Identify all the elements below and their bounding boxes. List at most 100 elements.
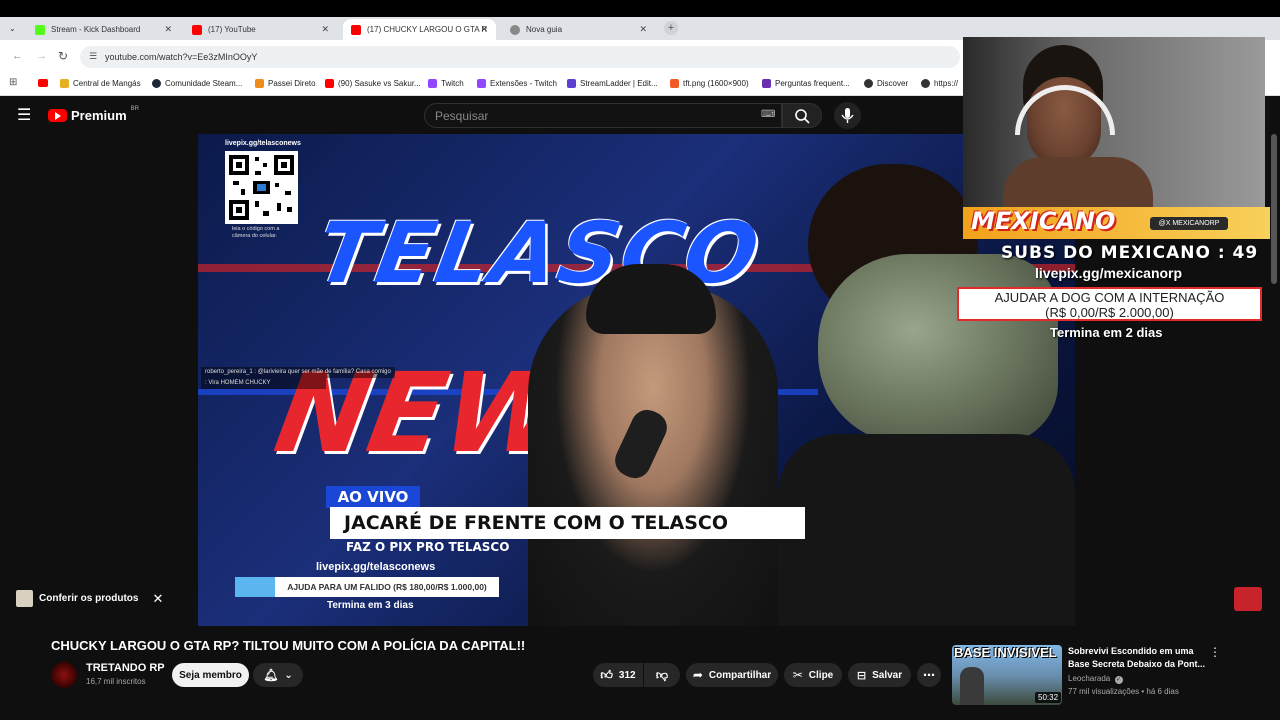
bookmark-icon — [428, 79, 437, 88]
crocodile-body — [778, 434, 1075, 626]
chat-message: : Vira HOMEM CHUCKY — [201, 378, 326, 389]
back-arrow-icon[interactable]: ← — [12, 50, 23, 62]
tab-current-video[interactable]: (17) CHUCKY LARGOU O GTA R ✕ — [343, 19, 496, 40]
goal-amount: (R$ 0,00/R$ 2.000,00) — [1045, 305, 1174, 320]
youtube-play-icon — [48, 109, 67, 122]
suggested-video-thumbnail[interactable]: BASE INVISIVEL 50:32 — [952, 645, 1062, 705]
menu-hamburger-icon[interactable]: ☰ — [17, 105, 31, 125]
region-code: BR — [130, 105, 139, 112]
bookmark-icon — [864, 79, 873, 88]
qr-pattern-icon — [229, 155, 294, 220]
new-tab-plus-icon[interactable]: + — [664, 21, 678, 35]
social-handle: @X MEXICANORP — [1150, 217, 1228, 230]
video-player[interactable]: TELASCO NEWS livepix.gg/telasconews leia… — [198, 134, 1075, 626]
bookmark-item[interactable]: https:// — [921, 79, 958, 88]
tab-label: Stream - Kick Dashboard — [51, 25, 141, 34]
clip-button[interactable]: ✂ Clipe — [784, 663, 842, 687]
tab-kick-dashboard[interactable]: Stream - Kick Dashboard ✕ — [27, 19, 180, 40]
close-icon[interactable]: ✕ — [152, 591, 163, 607]
tab-list-chevron-icon[interactable]: ⌄ — [9, 24, 16, 33]
like-count: 312 — [618, 669, 636, 681]
bookmark-item[interactable]: Perguntas frequent... — [762, 79, 850, 88]
bookmark-label: StreamLadder | Edit... — [580, 79, 658, 88]
bookmark-icon — [762, 79, 771, 88]
address-bar[interactable]: ☰ youtube.com/watch?v=Ee3zMInOOyY — [80, 46, 960, 68]
bookmark-label: (90) Sasuke vs Sakur... — [338, 79, 421, 88]
bookmark-item[interactable]: Central de Mangás — [60, 79, 141, 88]
tab-label: Nova guia — [526, 25, 563, 34]
youtube-icon — [351, 24, 361, 35]
search-input[interactable]: Pesquisar ⌨ — [424, 103, 782, 128]
close-icon[interactable]: ✕ — [639, 24, 647, 35]
channel-avatar[interactable] — [51, 662, 77, 688]
bookmark-icon — [670, 79, 679, 88]
subscriber-count: 16,7 mil inscritos — [86, 677, 146, 686]
apps-grid-icon[interactable]: ⊞ — [9, 77, 17, 88]
bookmark-item[interactable]: Twitch — [428, 79, 464, 88]
bookmark-item[interactable]: tft.png (1600×900) — [670, 79, 749, 88]
chat-message: roberto_pereira_1 : @larivieira quer ser… — [201, 367, 395, 378]
suggested-channel[interactable]: Leocharada ✓ — [1068, 674, 1123, 684]
bookmark-item[interactable]: (90) Sasuke vs Sakur... — [325, 79, 421, 88]
tab-youtube[interactable]: (17) YouTube ✕ — [184, 19, 337, 40]
bookmark-label: Extensões - Twitch — [490, 79, 557, 88]
qr-caption: leia o código com a câmera do celular. — [232, 226, 280, 239]
keyboard-icon[interactable]: ⌨ — [761, 109, 775, 120]
bookmark-label: Perguntas frequent... — [775, 79, 850, 88]
goal-deadline: Termina em 3 dias — [327, 600, 414, 611]
close-icon[interactable]: ✕ — [480, 24, 488, 35]
donation-goal-box: AJUDAR A DOG COM A INTERNAÇÃO (R$ 0,00/R… — [957, 287, 1262, 321]
thumbnail-text: BASE INVISIVEL — [954, 645, 1057, 660]
more-actions-button[interactable]: ⋯ — [917, 663, 941, 687]
kick-icon — [35, 24, 45, 35]
thumbnail-figure — [960, 667, 984, 705]
search-placeholder: Pesquisar — [435, 108, 489, 123]
bookmark-item[interactable]: StreamLadder | Edit... — [567, 79, 658, 88]
join-button[interactable]: Seja membro — [172, 663, 249, 687]
window-top-strip — [0, 0, 1280, 17]
qr-code — [225, 151, 298, 224]
bookmark-label: Twitch — [441, 79, 464, 88]
bookmark-item[interactable]: Comunidade Steam... — [152, 79, 242, 88]
bookmark-item[interactable]: Extensões - Twitch — [477, 79, 557, 88]
voice-search-button[interactable] — [834, 102, 861, 129]
bookmark-save-icon: ⊟ — [856, 669, 867, 682]
bookmark-icon — [477, 79, 486, 88]
search-icon — [795, 109, 810, 124]
save-button[interactable]: ⊟ Salvar — [848, 663, 911, 687]
bookmark-item[interactable]: Passei Direto — [255, 79, 316, 88]
shopping-prompt[interactable]: Conferir os produtos ✕ — [16, 590, 163, 607]
tab-new-tab[interactable]: Nova guia ✕ — [502, 19, 655, 40]
lower-third-headline: JACARÉ DE FRENTE COM O TELASCO — [330, 507, 805, 539]
channel-watermark-icon[interactable] — [1234, 587, 1262, 611]
like-button[interactable]: 👍︎ 312 — [593, 663, 643, 687]
streamer-body — [1003, 157, 1153, 209]
dislike-button[interactable]: 👎︎ — [644, 663, 680, 687]
channel-name[interactable]: TRETANDO RP — [86, 662, 165, 674]
forward-arrow-icon[interactable]: → — [36, 50, 47, 62]
share-arrow-icon: ➦ — [692, 668, 703, 682]
notification-bell-button[interactable]: 🔔︎ ⌄ — [253, 663, 303, 687]
bookmark-icon — [325, 79, 334, 88]
thumbs-down-icon: 👎︎ — [655, 667, 669, 682]
site-info-icon[interactable]: ☰ — [89, 51, 97, 62]
more-vertical-icon[interactable]: ⋮ — [1209, 645, 1221, 659]
thumbs-up-icon: 👍︎ — [600, 667, 613, 682]
bookmark-label: tft.png (1600×900) — [683, 79, 749, 88]
reload-icon[interactable]: ↻ — [58, 49, 68, 63]
suggested-channel-name: Leocharada — [1068, 674, 1111, 683]
close-icon[interactable]: ✕ — [164, 24, 172, 35]
youtube-bookmark-icon[interactable] — [38, 79, 48, 87]
suggested-video-title[interactable]: Sobrevivi Escondido em uma Base Secreta … — [1068, 645, 1208, 671]
page-scrollbar[interactable] — [1271, 134, 1277, 284]
webcam-feed — [963, 37, 1265, 209]
live-badge: AO VIVO — [326, 486, 420, 508]
close-icon[interactable]: ✕ — [321, 24, 329, 35]
search-button[interactable] — [782, 103, 822, 128]
youtube-logo[interactable]: Premium BR — [48, 105, 139, 123]
bookmark-icon — [255, 79, 264, 88]
suggested-video-meta: 77 mil visualizações • há 6 dias — [1068, 687, 1179, 696]
share-button[interactable]: ➦ Compartilhar — [686, 663, 778, 687]
livepix-url: livepix.gg/mexicanorp — [1035, 265, 1183, 281]
bookmark-item[interactable]: Discover — [864, 79, 908, 88]
